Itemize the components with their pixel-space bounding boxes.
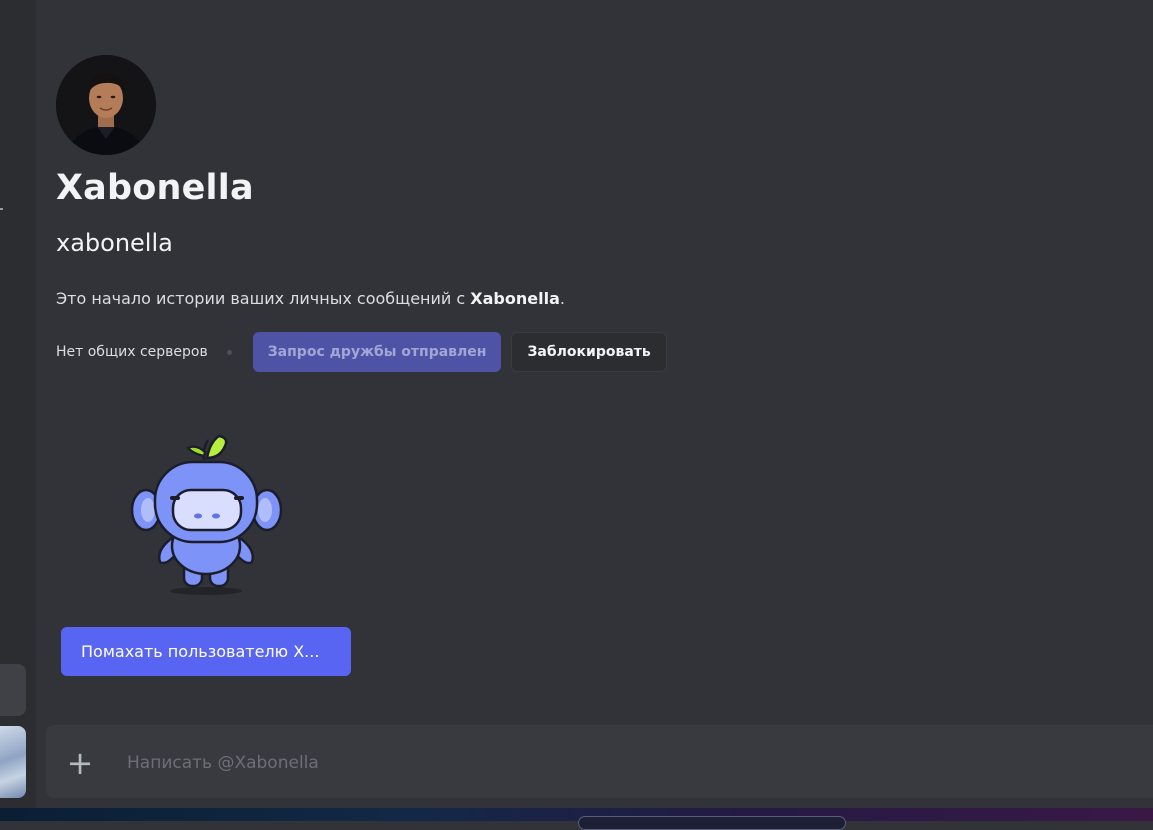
mutual-servers-label[interactable]: Нет общих серверов [56,344,208,360]
profile-actions: Нет общих серверов Запрос дружбы отправл… [56,332,667,372]
separator-dot [226,349,232,355]
user-panel-avatar[interactable] [0,726,26,798]
plus-icon[interactable]: + [66,747,94,779]
intro-prefix: Это начало истории ваших личных сообщени… [56,289,471,308]
dm-channel: Xabonella xabonella Это начало истории в… [36,0,1153,808]
wumpus-wave-illustration [130,434,283,595]
sidebar-active-item[interactable] [0,664,26,716]
message-composer: + [46,725,1153,800]
profile-avatar[interactable] [56,55,156,155]
intro-name: Xabonella [470,289,560,308]
profile-display-name: Xabonella [56,168,254,208]
friend-request-sent-button[interactable]: Запрос дружбы отправлен [252,332,502,372]
avatar-photo [56,55,156,155]
os-taskbar [0,808,1153,821]
taskbar-search[interactable] [578,816,846,830]
message-input[interactable] [125,725,1109,800]
profile-username: xabonella [56,229,173,257]
block-button[interactable]: Заблокировать [511,332,667,372]
intro-suffix: . [559,289,565,308]
sidebar-edge-dot [0,208,3,210]
sidebar-edge [0,0,36,808]
dm-intro-text: Это начало истории ваших личных сообщени… [56,289,565,308]
wave-to-user-button[interactable]: Помахать пользователю X... [61,627,351,676]
